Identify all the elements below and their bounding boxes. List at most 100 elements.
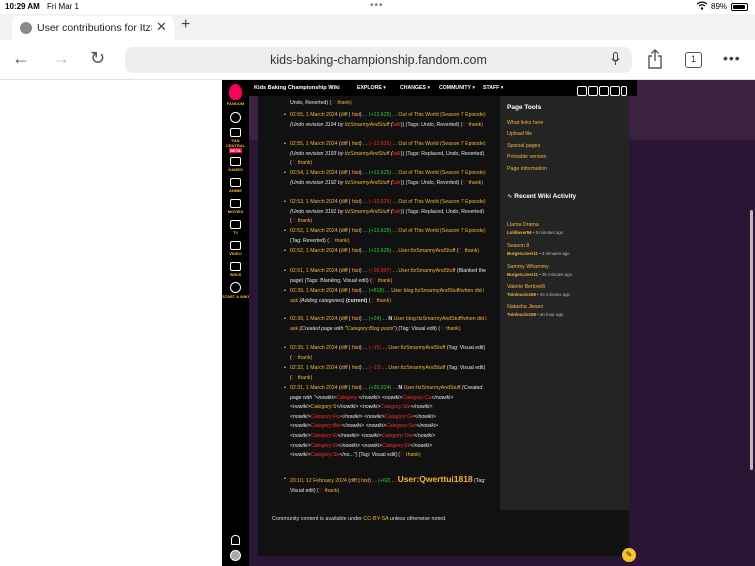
contribution-link[interactable]: hist <box>352 345 360 351</box>
contribution-link[interactable]: Category:Twe <box>381 433 413 439</box>
contribution-link[interactable]: Category:Fre <box>310 414 340 420</box>
license-link[interactable]: CC-BY-SA <box>363 516 388 522</box>
contribution-link[interactable]: 02:54, 1 March 2024 <box>290 170 338 176</box>
rail-item-fan-central[interactable]: FAN CENTRAL BETA <box>222 128 249 153</box>
page-tools-link[interactable]: What links here <box>507 120 544 126</box>
contribution-link[interactable]: thank) <box>334 238 349 244</box>
wiki-search-icon[interactable] <box>577 86 587 96</box>
user-avatar[interactable] <box>230 550 241 561</box>
menu-explore[interactable]: EXPLORE ▾ <box>357 85 386 91</box>
page-tools-link[interactable]: Special pages <box>507 143 540 149</box>
rail-item-start-a-wiki[interactable]: START A WIKI <box>222 282 249 299</box>
contribution-link[interactable]: thank) <box>467 180 483 186</box>
contribution-link[interactable]: Category:Se <box>310 452 339 458</box>
back-arrow-icon[interactable]: ← <box>12 48 30 69</box>
contribution-link[interactable]: Category:Ste <box>380 404 410 410</box>
contribution-link[interactable]: thank) <box>375 298 391 304</box>
contribution-link[interactable]: 02:39, 1 March 2024 <box>290 345 338 351</box>
wiki-name[interactable]: Kids Baking Championship Wiki <box>254 85 340 91</box>
activity-page-link[interactable]: Natasha Jiwani <box>507 304 543 310</box>
multitask-dots-icon[interactable]: ••• <box>370 0 384 11</box>
contribution-link[interactable]: 02:31, 1 March 2024 <box>290 385 338 391</box>
contribution-link[interactable]: User:ItzSmarmyAndStuff <box>398 268 455 274</box>
microphone-icon[interactable] <box>611 52 620 66</box>
reload-icon[interactable]: ↻ <box>90 48 105 69</box>
rail-item-video[interactable]: VIDEO <box>222 241 249 256</box>
contribution-link[interactable]: Out of This World (Season 7 Episode) <box>398 228 485 234</box>
contribution-link[interactable]: thank) <box>323 488 339 494</box>
search-icon[interactable] <box>222 112 249 124</box>
contribution-link[interactable]: ItzSmarmyAndStuff <box>345 151 390 157</box>
contribution-link[interactable]: thank) <box>336 100 351 106</box>
contribution-link[interactable]: 02:53, 1 March 2024 <box>290 199 338 205</box>
fandom-logo-icon[interactable] <box>229 84 242 100</box>
activity-user-link[interactable]: BurgerLover11 <box>507 251 538 256</box>
activity-page-link[interactable]: Llama Drama <box>507 222 539 228</box>
contribution-link[interactable]: Category:S <box>310 404 336 410</box>
contribution-link[interactable]: hist <box>352 228 360 234</box>
contribution-link[interactable]: User:ItzSmarmyAndStuff <box>388 365 445 371</box>
contribution-link[interactable]: diff <box>341 228 348 234</box>
activity-icon[interactable] <box>599 86 609 96</box>
contribution-link[interactable]: hist <box>352 170 360 176</box>
menu-staff[interactable]: STAFF ▾ <box>483 85 503 91</box>
contribution-link[interactable]: (−15) <box>369 345 381 351</box>
contribution-link[interactable]: diff <box>341 385 348 391</box>
contribution-link[interactable]: Category:Ge <box>385 414 414 420</box>
wiki-more-icon[interactable] <box>621 86 627 96</box>
contribution-link[interactable]: hist <box>352 112 360 118</box>
notifications-bell-icon[interactable] <box>231 535 240 545</box>
contribution-link[interactable]: User:Qwerttui1818 <box>398 474 473 484</box>
activity-page-link[interactable]: Sammy Whammy <box>507 264 549 270</box>
contribution-link[interactable]: 02:51, 1 March 2024 <box>290 268 338 274</box>
contribution-link[interactable]: hist <box>361 478 369 484</box>
contribution-link[interactable]: 02:32, 1 March 2024 <box>290 365 338 371</box>
contribution-link[interactable]: talk <box>393 122 401 128</box>
forward-arrow-icon[interactable]: → <box>52 48 70 69</box>
contribution-link[interactable]: thank) <box>296 218 312 224</box>
contribution-link[interactable]: hist <box>352 199 360 205</box>
edit-pencil-icon[interactable]: ✎ <box>622 548 636 562</box>
activity-user-link[interactable]: BurgerLover11 <box>507 272 538 277</box>
contribution-link[interactable]: diff <box>341 268 348 274</box>
contribution-link[interactable]: diff <box>341 288 348 294</box>
contribution-link[interactable]: thank) <box>463 248 479 254</box>
contribution-link[interactable]: hist <box>352 316 360 322</box>
contribution-link[interactable]: Category:Ben <box>310 423 342 429</box>
contribution-link[interactable]: thank) <box>467 122 483 128</box>
activity-user-link[interactable]: Toinloucie159 <box>507 292 536 297</box>
menu-community[interactable]: COMMUNITY ▾ <box>439 85 475 91</box>
contribution-link[interactable]: Out of This World (Season 7 Episode) <box>398 112 485 118</box>
rail-item-games[interactable]: GAMES <box>222 157 249 172</box>
contribution-link[interactable]: hist <box>352 365 360 371</box>
contribution-link[interactable]: Category:Sei <box>386 423 416 429</box>
activity-user-link[interactable]: Toinloucie159 <box>507 312 536 317</box>
contribution-link[interactable]: User:ItzSmarmyAndStuff <box>398 248 455 254</box>
tab-overview-button[interactable]: 1 <box>685 52 702 68</box>
contribution-link[interactable]: (−13,625) <box>369 141 391 147</box>
page-scrollbar[interactable] <box>750 210 753 470</box>
rail-item-movies[interactable]: MOVIES <box>222 199 249 214</box>
new-tab-plus-icon[interactable]: + <box>181 16 190 34</box>
contribution-link[interactable]: ItzSmarmyAndStuff <box>345 209 390 215</box>
activity-page-link[interactable]: Valerie Bertinelli <box>507 284 545 290</box>
contribution-link[interactable]: 02:39, 1 March 2024 <box>290 288 338 294</box>
contribution-link[interactable]: (−26,897) <box>369 268 391 274</box>
contribution-link[interactable]: thank) <box>296 355 312 361</box>
activity-page-link[interactable]: Season 8 <box>507 243 529 249</box>
contribution-link[interactable]: 20:10, 12 February 2024 <box>290 478 347 484</box>
contribution-link[interactable]: Category:Eli <box>382 443 410 449</box>
contribution-link[interactable]: Category: <box>336 395 359 401</box>
contribution-link[interactable]: 02:55, 1 March 2024 <box>290 141 338 147</box>
contribution-link[interactable]: Out of This World (Season 7 Episode) <box>398 199 485 205</box>
tab-close-icon[interactable]: ✕ <box>156 19 167 35</box>
contribution-link[interactable]: 02:39, 1 March 2024 <box>290 316 338 322</box>
contribution-link[interactable]: thank) <box>405 452 420 458</box>
contribution-link[interactable]: User:ItzSmarmyAndStuff <box>388 345 445 351</box>
contribution-link[interactable]: 02:52, 1 March 2024 <box>290 228 338 234</box>
browser-tab[interactable]: User contributions for ItzSmarmyAndStuff… <box>12 16 174 40</box>
contribution-link[interactable]: diff <box>341 199 348 205</box>
activity-user-link[interactable]: Lolitlover56 <box>507 230 532 235</box>
contribution-link[interactable]: diff <box>341 141 348 147</box>
contribution-link[interactable]: 02:52, 1 March 2024 <box>290 248 338 254</box>
